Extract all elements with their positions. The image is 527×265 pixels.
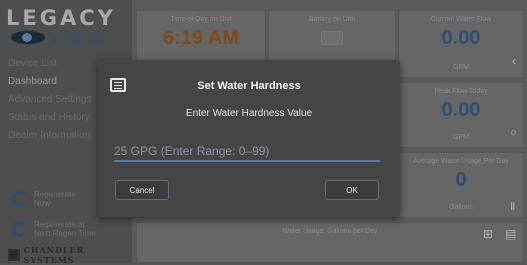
app-screen: LEGACY VIEW Device List Dashboard Advanc… bbox=[0, 0, 527, 265]
dialog-subtitle: Enter Water Hardness Value bbox=[185, 108, 313, 119]
water-hardness-input[interactable] bbox=[114, 142, 380, 162]
dialog-title: Set Water Hardness bbox=[197, 80, 301, 92]
ok-button[interactable]: OK bbox=[325, 180, 379, 200]
set-water-hardness-dialog: Set Water Hardness Enter Water Hardness … bbox=[98, 60, 400, 217]
cancel-button[interactable]: Cancel bbox=[115, 180, 169, 200]
